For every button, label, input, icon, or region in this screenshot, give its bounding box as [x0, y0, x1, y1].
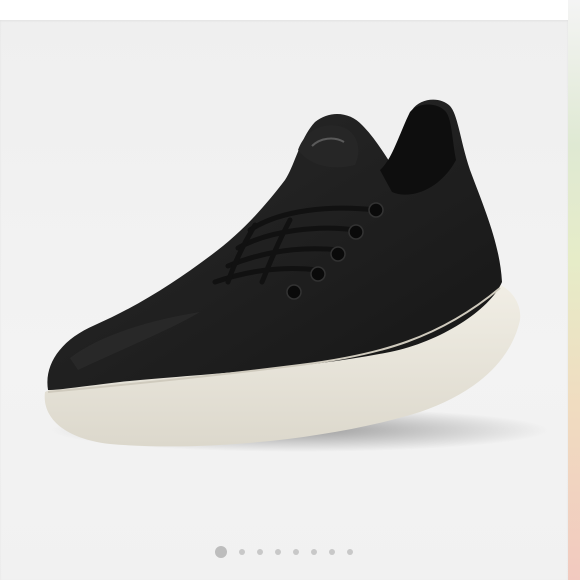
product-image-card[interactable]: [0, 20, 568, 580]
sneaker-image: [44, 99, 550, 452]
adjacent-slide-edge[interactable]: [568, 0, 580, 580]
carousel-dot-active[interactable]: [215, 546, 227, 558]
carousel-dot[interactable]: [311, 549, 317, 555]
carousel-dot[interactable]: [257, 549, 263, 555]
carousel-dot[interactable]: [239, 549, 245, 555]
carousel-pagination: [0, 546, 568, 558]
top-bar: [0, 0, 580, 20]
carousel-dot[interactable]: [275, 549, 281, 555]
carousel-dot[interactable]: [347, 549, 353, 555]
carousel-dot[interactable]: [293, 549, 299, 555]
carousel-dot[interactable]: [329, 549, 335, 555]
product-viewer: [0, 0, 580, 580]
